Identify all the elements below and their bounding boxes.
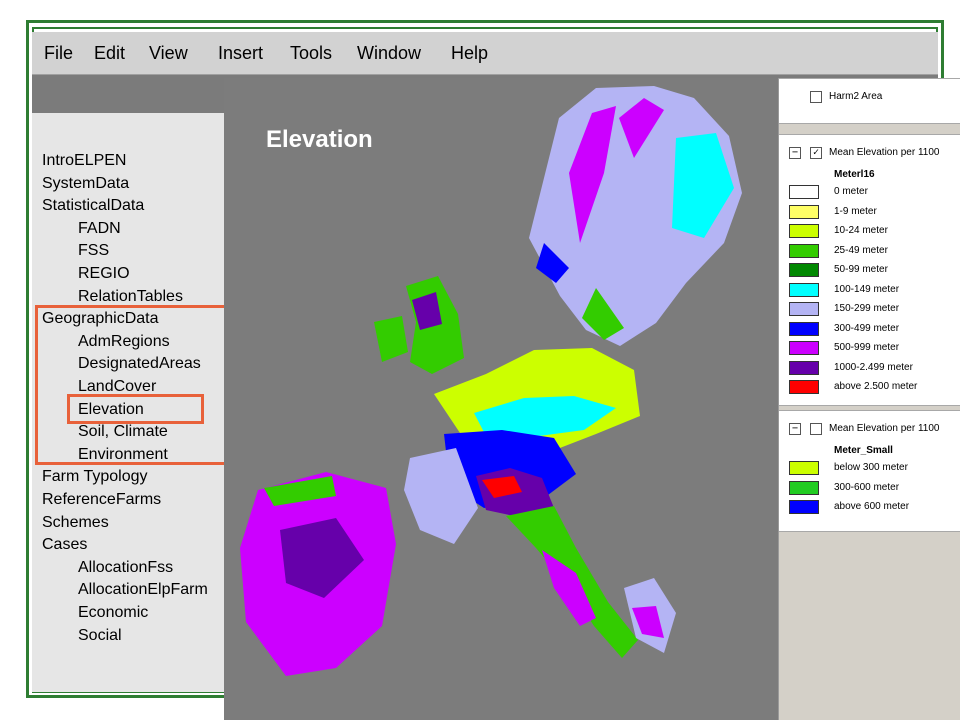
tree-item-regio[interactable]: REGIO [78,265,130,283]
tree-item-fadn[interactable]: FADN [78,220,121,238]
menu-help[interactable]: Help [451,43,488,64]
tree-item-statisticaldata[interactable]: StatisticalData [42,197,144,215]
tree-item-economic[interactable]: Economic [78,604,148,622]
tree-item-fss[interactable]: FSS [78,242,109,260]
legend-class-label: above 2.500 meter [834,381,918,392]
legend-class-label: 150-299 meter [834,303,900,314]
legend-layer-harm2: Harm2 Area [779,78,960,124]
harm2-checkbox[interactable] [810,91,822,103]
legend-class-label: 1-9 meter [834,205,877,217]
collapse-icon[interactable]: − [789,147,801,159]
menu-view[interactable]: View [149,43,188,64]
map-view[interactable]: Elevation [224,78,778,720]
legend-layer-meter-small: − Mean Elevation per 1100 Meter_Small be… [779,410,960,532]
legend-class-label: below 300 meter [834,462,908,473]
elevation-map [240,86,742,676]
menu-bar: File Edit View Insert Tools Window Help [32,32,938,74]
legend-class-label: 25-49 meter [834,244,888,256]
legend-swatch [789,461,819,475]
legend-swatch [789,243,819,258]
legend-swatch [789,282,819,297]
tree-item-social[interactable]: Social [78,627,122,645]
menu-edit[interactable]: Edit [94,43,125,64]
legend-swatch [789,341,819,355]
meter-small-sublayer: Meter_Small [834,445,893,456]
tree-item-referencefarms[interactable]: ReferenceFarms [42,491,161,509]
map-title: Elevation [266,126,373,153]
tree-item-introelpen[interactable]: IntroELPEN [42,152,126,170]
tree-item-allocationelpfarm[interactable]: AllocationElpFarm [78,581,208,599]
legend-class-label: 300-499 meter [834,322,900,334]
harm2-label: Harm2 Area [829,91,883,102]
geographic-data-highlight-box [35,305,230,465]
elevation-highlight-box [67,394,204,424]
legend-panel: Harm2 Area − ✓ Mean Elevation per 1100 M… [778,78,960,720]
meter-small-checkbox[interactable] [810,423,822,435]
legend-class-label: 0 meter [834,186,868,197]
menu-window[interactable]: Window [357,43,421,64]
legend-class-label: 50-99 meter [834,264,888,275]
menu-tools[interactable]: Tools [290,43,332,64]
legend-swatch [789,185,819,199]
tree-item-schemes[interactable]: Schemes [42,514,109,532]
legend-swatch [789,204,819,219]
legend-class-label: above 600 meter [834,501,910,512]
meterl16-layer-name: Mean Elevation per 1100 [829,147,940,158]
legend-class-label: 10-24 meter [834,225,888,236]
collapse-icon[interactable]: − [789,423,801,435]
meter-small-layer-name: Mean Elevation per 1100 [829,423,940,434]
meterl16-checkbox[interactable]: ✓ [810,147,822,159]
meterl16-sublayer: Meterl16 [834,169,875,180]
tree-item-systemdata[interactable]: SystemData [42,175,129,193]
legend-swatch [789,480,819,495]
legend-swatch [789,500,819,514]
tree-item-allocationfss[interactable]: AllocationFss [78,559,173,577]
legend-swatch [789,224,819,238]
legend-swatch [789,360,819,375]
tree-item-farm-typology[interactable]: Farm Typology [42,468,148,486]
legend-swatch [789,302,819,316]
legend-class-label: 100-149 meter [834,283,900,295]
legend-swatch [789,263,819,277]
legend-class-label: 300-600 meter [834,481,900,493]
tree-item-cases[interactable]: Cases [42,536,87,554]
menu-insert[interactable]: Insert [218,43,263,64]
legend-layer-meterl16: − ✓ Mean Elevation per 1100 Meterl16 0 m… [779,134,960,406]
menu-file[interactable]: File [44,43,73,64]
legend-swatch [789,380,819,394]
legend-swatch [789,321,819,336]
tree-item-relationtables[interactable]: RelationTables [78,288,183,306]
legend-class-label: 1000-2.499 meter [834,361,913,373]
legend-class-label: 500-999 meter [834,342,900,353]
